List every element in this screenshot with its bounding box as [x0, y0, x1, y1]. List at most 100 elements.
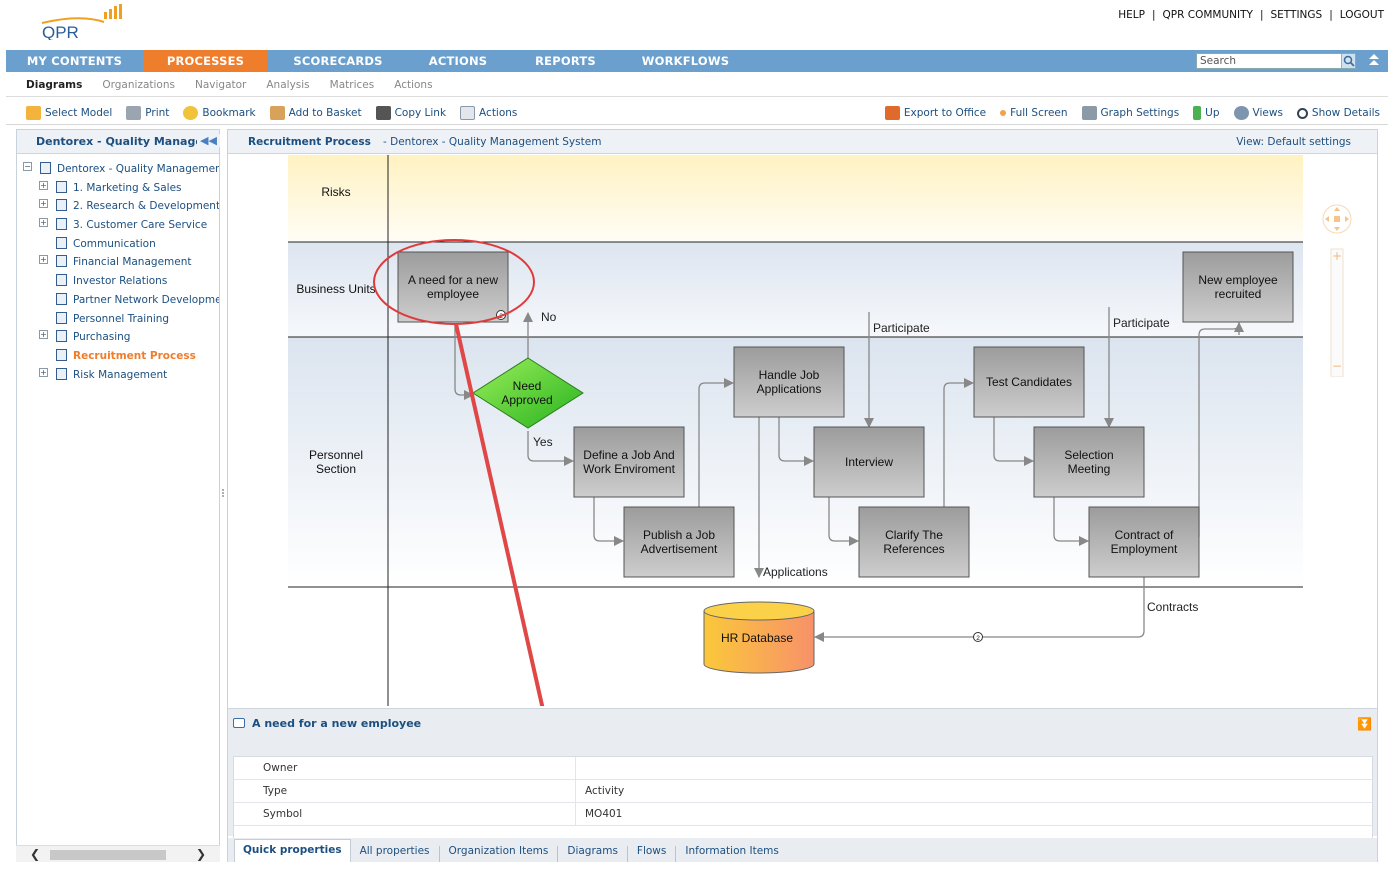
scrollbar-thumb[interactable] [50, 850, 166, 860]
qpr-logo[interactable]: QPR [40, 4, 130, 42]
toolbar-right: Export to Office Full Screen Graph Setti… [884, 101, 1380, 125]
qpr-community-link[interactable]: QPR COMMUNITY [1163, 9, 1253, 21]
subnav-matrices[interactable]: Matrices [330, 79, 375, 91]
collapse-header-icon[interactable] [1366, 52, 1382, 70]
activity-test-candidates[interactable]: Test Candidates [973, 346, 1085, 418]
tree-item[interactable]: Investor Relations [17, 273, 219, 292]
tab-all-properties[interactable]: All properties [351, 846, 440, 862]
collapse-left-panel-icon[interactable]: ◀◀ [197, 134, 220, 147]
nav-scorecards[interactable]: SCORECARDS [268, 50, 408, 72]
copy-link-button[interactable]: Copy Link [375, 105, 446, 120]
svg-text:Define a Job And: Define a Job And [583, 448, 674, 462]
svg-text:Interview: Interview [845, 455, 893, 469]
activity-contract-of-employment[interactable]: Contract of Employment [1088, 506, 1200, 578]
subnav-analysis[interactable]: Analysis [266, 79, 309, 91]
subnav-actions[interactable]: Actions [394, 79, 432, 91]
expand-icon[interactable]: + [39, 367, 48, 377]
nav-processes[interactable]: PROCESSES [143, 50, 268, 72]
activity-new-employee-recruited[interactable]: New employee recruited [1182, 251, 1294, 323]
logout-link[interactable]: LOGOUT [1340, 9, 1384, 21]
expand-icon[interactable]: + [39, 180, 48, 190]
bookmark-button[interactable]: Bookmark [183, 105, 256, 120]
process-model-icon [56, 274, 67, 287]
diagram-breadcrumb[interactable]: - Dentorex - Quality Management System [383, 136, 601, 148]
tab-diagrams[interactable]: Diagrams [558, 846, 628, 862]
svg-text:Test Candidates: Test Candidates [986, 375, 1072, 389]
properties-header: A need for a new employee ⏬ [228, 708, 1377, 756]
view-settings-link[interactable]: View: Default settings [1236, 136, 1351, 148]
up-button[interactable]: Up [1193, 106, 1220, 120]
expand-icon[interactable]: + [39, 255, 48, 265]
graph-settings-button[interactable]: Graph Settings [1081, 106, 1179, 120]
diagram-panel: Recruitment Process - Dentorex - Quality… [227, 129, 1378, 862]
svg-text:employee: employee [427, 287, 479, 301]
svg-text:+: + [1332, 249, 1342, 263]
process-model-icon [56, 255, 67, 268]
select-model-button[interactable]: Select Model [26, 105, 112, 120]
add-to-basket-button[interactable]: Add to Basket [269, 105, 362, 120]
svg-text:New employee: New employee [1198, 273, 1278, 287]
nav-my-contents[interactable]: MY CONTENTS [6, 50, 143, 72]
expand-icon[interactable]: + [39, 218, 48, 228]
tab-flows[interactable]: Flows [628, 846, 677, 862]
process-model-icon [56, 199, 67, 212]
activity-need-for-new-employee[interactable]: A need for a new employee 2 [397, 251, 509, 323]
subnav-organizations[interactable]: Organizations [102, 79, 175, 91]
scroll-left-icon[interactable]: ❮ [30, 847, 40, 861]
svg-text:HR Database: HR Database [721, 631, 793, 645]
tree-item[interactable]: Partner Network Development [17, 292, 219, 311]
panel-splitter[interactable] [220, 470, 226, 520]
full-screen-button[interactable]: Full Screen [1000, 107, 1068, 119]
tree-item[interactable]: + Financial Management [17, 254, 219, 273]
model-tree-panel: Dentorex - Quality Management S ◀◀ −Dent… [16, 129, 220, 862]
tree-item[interactable]: +3. Customer Care Service [17, 217, 219, 236]
tree-item[interactable]: + Risk Management [17, 367, 219, 386]
help-link[interactable]: HELP [1118, 9, 1145, 21]
expand-icon[interactable]: + [39, 199, 48, 209]
activity-handle-job-applications[interactable]: Handle Job Applications [733, 346, 845, 418]
export-to-office-button[interactable]: Export to Office [884, 106, 986, 120]
process-diagram: Risks Business Units Personnel Section N… [228, 155, 1377, 706]
tree-item[interactable]: Personnel Training [17, 311, 219, 330]
up-arrow-icon [1193, 106, 1202, 120]
activity-clarify-references[interactable]: Clarify The References [858, 506, 970, 578]
tree-item[interactable]: − Dentorex - Quality Management S [17, 161, 219, 180]
search-input[interactable]: Search [1196, 53, 1356, 69]
scroll-right-icon[interactable]: ❯ [196, 847, 206, 861]
collapse-icon[interactable]: − [23, 162, 32, 171]
activity-define-job[interactable]: Define a Job And Work Enviroment [573, 426, 685, 498]
show-details-button[interactable]: Show Details [1296, 107, 1380, 119]
activity-interview[interactable]: Interview [813, 426, 925, 498]
tree-item-selected[interactable]: Recruitment Process [17, 348, 219, 367]
lane-label-personnel-1: Personnel [309, 448, 363, 462]
search-icon[interactable] [1341, 54, 1355, 68]
hr-database-store[interactable]: HR Database [703, 601, 815, 674]
tree-horizontal-scrollbar[interactable]: ❮ ❯ [16, 845, 220, 862]
tree-item[interactable]: +2. Research & Development [17, 198, 219, 217]
svg-text:Contract of: Contract of [1115, 528, 1174, 542]
office-icon [884, 106, 900, 120]
settings-link[interactable]: SETTINGS [1271, 9, 1323, 21]
process-model-icon [40, 162, 51, 174]
tree-item[interactable]: + Purchasing [17, 329, 219, 348]
nav-actions[interactable]: ACTIONS [408, 50, 508, 72]
tab-organization-items[interactable]: Organization Items [440, 846, 559, 862]
nav-reports[interactable]: REPORTS [508, 50, 623, 72]
subnav-diagrams[interactable]: Diagrams [26, 79, 82, 91]
nav-workflows[interactable]: WORKFLOWS [623, 50, 748, 72]
pan-control[interactable]: + − [1315, 197, 1359, 378]
subnav-navigator[interactable]: Navigator [195, 79, 246, 91]
activity-publish-job-advertisement[interactable]: Publish a Job Advertisement [623, 506, 735, 578]
print-button[interactable]: Print [126, 105, 169, 120]
tab-information-items[interactable]: Information Items [676, 846, 788, 862]
views-button[interactable]: Views [1233, 106, 1283, 120]
expand-icon[interactable]: + [39, 330, 48, 340]
tree-item[interactable]: Communication [17, 236, 219, 255]
collapse-properties-icon[interactable]: ⏬ [1357, 717, 1372, 731]
actions-button[interactable]: Actions [460, 105, 517, 120]
printer-icon [126, 105, 142, 120]
tab-quick-properties[interactable]: Quick properties [234, 839, 351, 862]
tree-item[interactable]: +1. Marketing & Sales [17, 180, 219, 199]
activity-selection-meeting[interactable]: Selection Meeting [1033, 426, 1145, 498]
lane-label-risks: Risks [321, 185, 350, 199]
